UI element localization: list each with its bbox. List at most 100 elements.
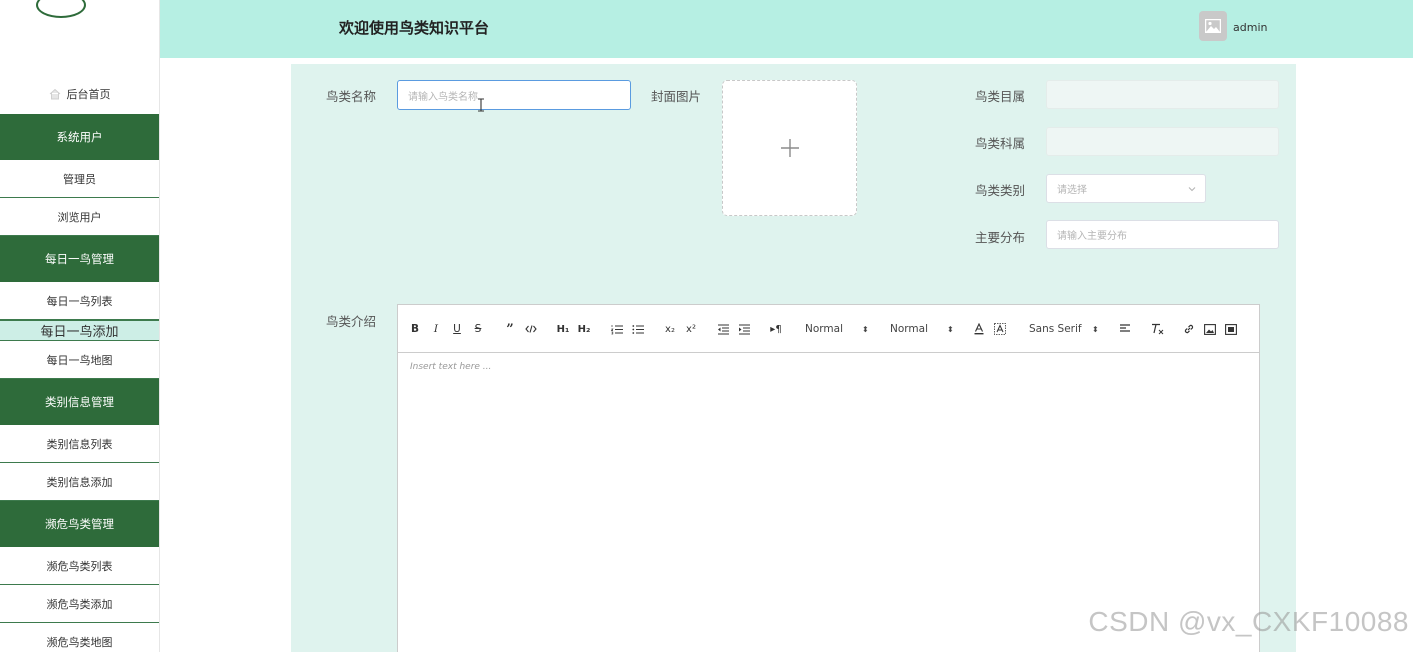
clear-format-icon — [1151, 323, 1163, 335]
code-block-button[interactable] — [524, 321, 538, 337]
category-placeholder: 请选择 — [1057, 185, 1087, 196]
sidebar-group-1[interactable]: 系统用户 — [0, 114, 159, 160]
header-picker[interactable]: Normal ⬍ — [805, 321, 871, 337]
distribution-placeholder: 请输入主要分布 — [1057, 231, 1127, 242]
sidebar-item-label: 每日一鸟列表 — [46, 294, 113, 308]
font-color-icon — [974, 323, 984, 335]
font-color-button[interactable] — [972, 321, 986, 337]
bird-name-input[interactable]: 请输入鸟类名称 — [397, 80, 631, 110]
sidebar-group-8[interactable]: 类别信息管理 — [0, 379, 159, 425]
size-picker-label: Normal — [890, 323, 928, 335]
strike-button[interactable]: S — [472, 321, 484, 337]
rich-text-editor: B I U S ” H₁ H₂ x₂ x² ▸¶ Normal ⬍ Normal… — [397, 304, 1260, 652]
subscript-button[interactable]: x₂ — [662, 321, 678, 337]
sidebar-item-10[interactable]: 类别信息添加 — [0, 463, 159, 501]
background-color-button[interactable] — [993, 321, 1007, 337]
editor-content[interactable]: Insert text here ... — [398, 353, 1259, 381]
distribution-label: 主要分布 — [975, 230, 1026, 245]
sidebar-item-label: 类别信息添加 — [46, 475, 113, 489]
sidebar-item-13[interactable]: 濒危鸟类添加 — [0, 585, 159, 623]
superscript-button[interactable]: x² — [683, 321, 699, 337]
sidebar: 后台首页 系统用户 管理员 浏览用户 每日一鸟管理 每日一鸟列表 每日一鸟添加 每日一鸟地图类… — [0, 0, 160, 652]
align-left-icon — [1120, 324, 1130, 332]
indent-icon — [738, 323, 750, 335]
avatar[interactable] — [1199, 11, 1227, 41]
form-panel: 鸟类名称 请输入鸟类名称 封面图片 鸟类目属 鸟类科属 鸟类类别 请选择 主要分… — [291, 64, 1296, 652]
username[interactable]: admin — [1233, 21, 1267, 34]
intro-label: 鸟类介绍 — [326, 314, 377, 329]
underline-button[interactable]: U — [451, 321, 463, 337]
sidebar-item-label: 濒危鸟类添加 — [46, 597, 113, 611]
sidebar-item-14[interactable]: 濒危鸟类地图 — [0, 623, 159, 652]
header: 欢迎使用鸟类知识平台 admin — [160, 0, 1413, 58]
sidebar-item-label: 每日一鸟管理 — [45, 252, 114, 266]
outdent-button[interactable] — [716, 321, 730, 337]
sidebar-item-label: 类别信息列表 — [46, 437, 113, 451]
watermark: CSDN @vx_CXKF10088 — [1088, 606, 1409, 637]
text-direction-button[interactable]: ▸¶ — [769, 321, 783, 337]
category-select[interactable]: 请选择 — [1046, 174, 1206, 203]
sidebar-group-4[interactable]: 每日一鸟管理 — [0, 236, 159, 282]
picker-arrows-icon: ⬍ — [862, 324, 869, 334]
sidebar-item-label: 每日一鸟添加 — [40, 325, 119, 340]
logo — [36, 0, 86, 18]
sidebar-item-label: 后台首页 — [66, 88, 111, 101]
code-icon — [525, 325, 537, 333]
size-picker[interactable]: Normal ⬍ — [890, 321, 956, 337]
sidebar-item-label: 系统用户 — [56, 130, 103, 144]
sidebar-item-0[interactable]: 后台首页 — [0, 74, 159, 114]
sidebar-item-2[interactable]: 管理员 — [0, 160, 159, 198]
clear-format-button[interactable] — [1150, 321, 1164, 337]
image-icon — [1205, 19, 1221, 33]
image-button[interactable] — [1203, 321, 1217, 337]
align-button[interactable] — [1118, 321, 1132, 337]
font-picker-label: Sans Serif — [1029, 323, 1082, 335]
outdent-icon — [717, 323, 729, 335]
cover-upload[interactable] — [722, 80, 857, 216]
image-icon — [1204, 323, 1216, 335]
sidebar-item-label: 濒危鸟类列表 — [46, 559, 113, 573]
italic-button[interactable]: I — [430, 321, 442, 337]
link-button[interactable] — [1182, 321, 1196, 337]
sidebar-item-label: 濒危鸟类管理 — [45, 517, 114, 531]
blockquote-button[interactable]: ” — [503, 321, 517, 337]
category-label: 鸟类类别 — [975, 183, 1026, 198]
h1-button[interactable]: H₁ — [555, 321, 571, 337]
h2-button[interactable]: H₂ — [576, 321, 592, 337]
font-picker[interactable]: Sans Serif ⬍ — [1029, 321, 1101, 337]
ordered-list-button[interactable] — [610, 321, 624, 337]
sidebar-menu: 后台首页 系统用户 管理员 浏览用户 每日一鸟管理 每日一鸟列表 每日一鸟添加 每日一鸟地图类… — [0, 74, 159, 652]
sidebar-item-label: 每日一鸟地图 — [46, 353, 113, 367]
page-title: 欢迎使用鸟类知识平台 — [339, 19, 490, 37]
sidebar-item-12[interactable]: 濒危鸟类列表 — [0, 547, 159, 585]
video-button[interactable] — [1224, 321, 1238, 337]
sidebar-item-7[interactable]: 每日一鸟地图 — [0, 341, 159, 379]
editor-toolbar: B I U S ” H₁ H₂ x₂ x² ▸¶ Normal ⬍ Normal… — [398, 305, 1259, 353]
sidebar-item-label: 管理员 — [63, 172, 96, 186]
order-input — [1046, 80, 1279, 109]
app-root: 后台首页 系统用户 管理员 浏览用户 每日一鸟管理 每日一鸟列表 每日一鸟添加 每日一鸟地图类… — [0, 0, 1413, 652]
ordered-list-icon — [610, 324, 623, 334]
picker-arrows-icon: ⬍ — [1092, 324, 1099, 334]
distribution-input[interactable]: 请输入主要分布 — [1046, 220, 1279, 249]
sidebar-item-6[interactable]: 每日一鸟添加 — [0, 320, 159, 341]
bold-button[interactable]: B — [409, 321, 421, 337]
home-icon — [49, 88, 60, 100]
sidebar-item-3[interactable]: 浏览用户 — [0, 198, 159, 236]
order-label: 鸟类目属 — [975, 89, 1026, 104]
header-picker-label: Normal — [805, 323, 843, 335]
family-input — [1046, 127, 1279, 156]
indent-button[interactable] — [737, 321, 751, 337]
editor-placeholder: Insert text here ... — [410, 362, 492, 372]
sidebar-item-label: 濒危鸟类地图 — [46, 635, 113, 649]
picker-arrows-icon: ⬍ — [947, 324, 954, 334]
bullet-list-button[interactable] — [631, 321, 645, 337]
background-color-icon — [994, 323, 1006, 335]
chevron-down-icon — [1188, 187, 1196, 192]
bird-name-placeholder: 请输入鸟类名称 — [408, 91, 478, 103]
sidebar-item-9[interactable]: 类别信息列表 — [0, 425, 159, 463]
link-icon — [1184, 324, 1194, 334]
sidebar-group-11[interactable]: 濒危鸟类管理 — [0, 501, 159, 547]
cover-label: 封面图片 — [651, 89, 702, 104]
sidebar-item-5[interactable]: 每日一鸟列表 — [0, 282, 159, 320]
